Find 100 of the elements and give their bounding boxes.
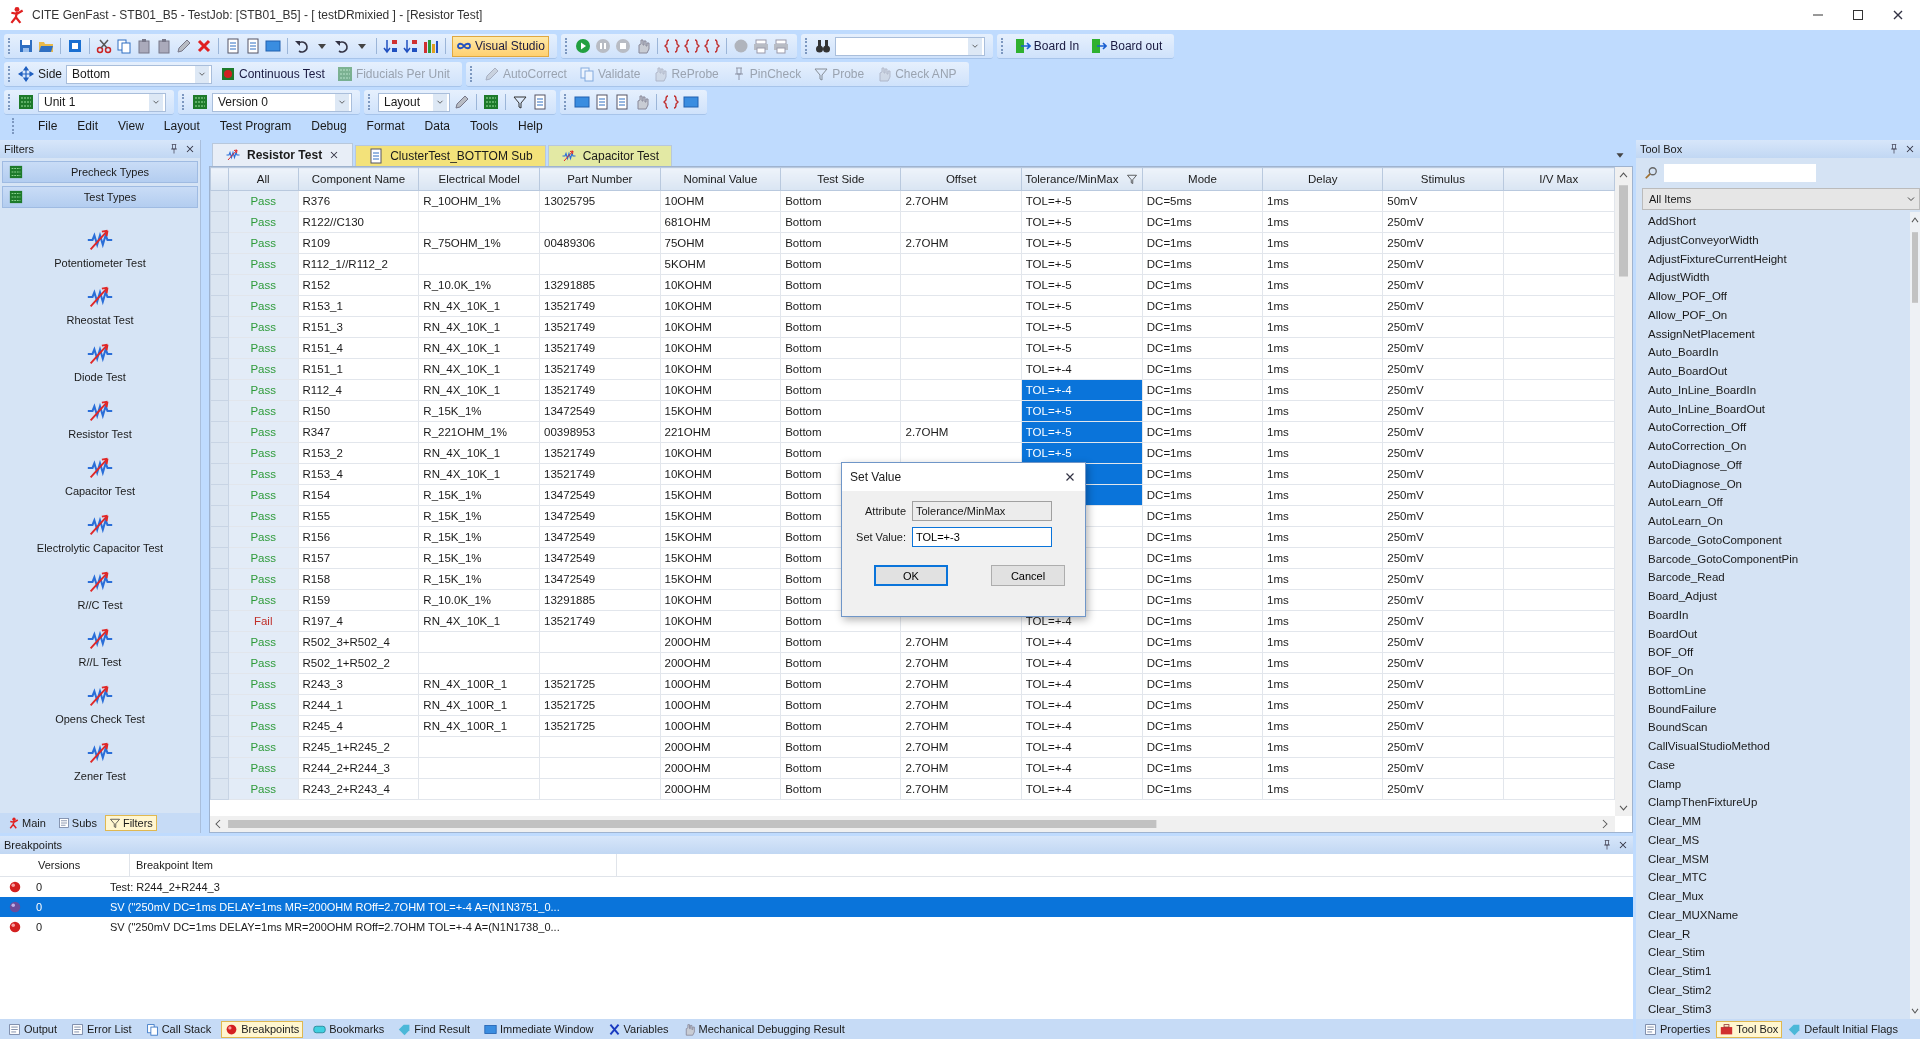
- table-cell[interactable]: TOL=+-5: [1021, 211, 1143, 233]
- bar-chart-icon[interactable]: [423, 38, 439, 54]
- funnel-icon[interactable]: [1126, 173, 1139, 185]
- bracket-icon[interactable]: [683, 38, 700, 54]
- window-icon[interactable]: [574, 94, 590, 110]
- panel-tab[interactable]: Subs: [53, 815, 101, 831]
- board-button[interactable]: Board In: [1010, 35, 1084, 57]
- panel-tab[interactable]: Properties: [1640, 1020, 1715, 1038]
- column-header[interactable]: Mode: [1142, 167, 1263, 191]
- toolbox-item[interactable]: Auto_BoardIn: [1648, 343, 1910, 362]
- toolbox-item[interactable]: Clear_Stim2: [1648, 980, 1910, 1000]
- window-icon[interactable]: [265, 38, 281, 54]
- menu-item[interactable]: Edit: [77, 118, 99, 133]
- toolbox-item[interactable]: Auto_InLine_BoardOut: [1648, 399, 1910, 419]
- toolbox-item[interactable]: ClampThenFixtureUp: [1648, 793, 1910, 812]
- toolbox-item[interactable]: Auto_BoardOut: [1648, 362, 1910, 381]
- toolbox-item[interactable]: BoundFailure: [1648, 699, 1910, 719]
- toolbox-item[interactable]: Clear_MS: [1648, 830, 1910, 850]
- sort-arrow-icon[interactable]: [383, 38, 399, 54]
- panel-tab[interactable]: Immediate Window: [479, 1020, 598, 1038]
- hand-icon[interactable]: [634, 94, 650, 110]
- section-header[interactable]: Test Types: [2, 186, 198, 208]
- curved-arrow-icon[interactable]: [334, 38, 350, 54]
- breakpoint-row[interactable]: 0 SV ("250mV DC=1ms DELAY=1ms MR=200OHM ROff=2.7OHM TOL=+-4 A=(N1N3751_0...: [0, 897, 1633, 917]
- column-header[interactable]: Part Number: [539, 167, 661, 191]
- document-icon[interactable]: [245, 38, 261, 54]
- table-cell[interactable]: TOL=+-4: [1021, 778, 1143, 800]
- panel-tab[interactable]: Error List: [67, 1020, 136, 1038]
- column-header[interactable]: Delay: [1262, 167, 1383, 191]
- menu-item[interactable]: Format: [366, 118, 405, 133]
- table-cell[interactable]: TOL=+-5: [1021, 295, 1143, 317]
- menu-item[interactable]: View: [118, 118, 144, 133]
- toolbox-item[interactable]: Clear_Stim: [1648, 943, 1910, 962]
- binoculars-icon[interactable]: [814, 38, 831, 54]
- menu-item[interactable]: Debug: [311, 118, 347, 133]
- pause-icon[interactable]: [594, 38, 611, 54]
- toolbox-item[interactable]: AdjustConveyorWidth: [1648, 230, 1910, 250]
- side-dropdown[interactable]: Bottom: [66, 64, 213, 84]
- column-header[interactable]: Test Side: [780, 167, 901, 191]
- toolbox-item[interactable]: Clear_R: [1648, 924, 1910, 944]
- search-field[interactable]: [1664, 164, 1816, 182]
- printer-icon[interactable]: [752, 38, 769, 54]
- panel-tab[interactable]: Mechanical Debugging Result: [678, 1020, 849, 1038]
- test-type-item[interactable]: Potentiometer Test: [54, 256, 146, 269]
- toolbox-item[interactable]: Clear_MM: [1648, 812, 1910, 831]
- window-icon[interactable]: [683, 94, 699, 110]
- toolbox-item[interactable]: CallVisualStudioMethod: [1648, 737, 1910, 756]
- document-icon[interactable]: [614, 94, 630, 110]
- curved-arrow-icon[interactable]: [294, 38, 310, 54]
- table-cell[interactable]: TOL=+-4: [1021, 673, 1143, 695]
- column-header[interactable]: Nominal Value: [660, 167, 781, 191]
- toolbox-item[interactable]: Board_Adjust: [1648, 587, 1910, 606]
- panel-tab[interactable]: Variables: [603, 1020, 673, 1038]
- toolbox-item[interactable]: AutoDiagnose_On: [1648, 474, 1910, 494]
- menu-item[interactable]: Help: [518, 118, 543, 133]
- test-type-item[interactable]: R//C Test: [77, 598, 123, 611]
- clipboard-icon[interactable]: [136, 38, 152, 54]
- panel-tab[interactable]: Main: [4, 815, 50, 831]
- panel-tab[interactable]: Filters: [104, 815, 157, 831]
- toolbox-item[interactable]: Case: [1648, 755, 1910, 775]
- column-header[interactable]: Tolerance/MinMax: [1021, 167, 1143, 191]
- menu-item[interactable]: Test Program: [219, 118, 292, 133]
- toolbox-item[interactable]: BoardOut: [1648, 624, 1910, 644]
- bracket-icon[interactable]: [703, 38, 720, 54]
- board-button[interactable]: Board out: [1087, 35, 1167, 57]
- panel-tab[interactable]: Tool Box: [1716, 1020, 1783, 1038]
- table-cell[interactable]: TOL=+-4: [1021, 358, 1143, 380]
- toolbox-item[interactable]: Barcode_GotoComponent: [1648, 530, 1910, 550]
- toolbox-item[interactable]: AddShort: [1648, 212, 1910, 231]
- column-header[interactable]: Offset: [901, 167, 1022, 191]
- column-header[interactable]: Component Name: [298, 167, 419, 191]
- column-header[interactable]: All: [228, 167, 299, 191]
- filter-dropdown[interactable]: All Items: [1642, 188, 1920, 210]
- toolbox-item[interactable]: Clamp: [1648, 774, 1910, 794]
- bracket-icon[interactable]: [663, 94, 679, 110]
- toolbox-item[interactable]: AutoDiagnose_Off: [1648, 455, 1910, 475]
- dialog-button[interactable]: Cancel: [991, 565, 1065, 586]
- column-header[interactable]: Versions: [0, 854, 130, 876]
- pin-icon[interactable]: [168, 143, 180, 155]
- version-dropdown[interactable]: Version 0: [212, 92, 352, 112]
- maximize-icon[interactable]: [1850, 7, 1866, 23]
- close-icon[interactable]: [1904, 143, 1916, 155]
- printer-icon[interactable]: [772, 38, 789, 54]
- test-type-item[interactable]: Rheostat Test: [66, 313, 134, 326]
- stop-icon[interactable]: [614, 38, 631, 54]
- test-type-item[interactable]: Capacitor Test: [64, 484, 136, 497]
- disc-icon[interactable]: [732, 38, 749, 54]
- document-tab[interactable]: Capacitor Test: [547, 145, 673, 166]
- play-icon[interactable]: [574, 38, 591, 54]
- toolbox-item[interactable]: Allow_POF_Off: [1648, 287, 1910, 306]
- breakpoint-row[interactable]: 0 Test: R244_2+R244_3: [0, 877, 1633, 897]
- column-header[interactable]: Stimulus: [1382, 167, 1504, 191]
- table-cell[interactable]: TOL=+-5: [1021, 316, 1143, 338]
- toolbar-button[interactable]: Continuous Test: [216, 63, 329, 85]
- table-cell[interactable]: TOL=+-4: [1021, 736, 1143, 758]
- floppy-icon[interactable]: [18, 38, 34, 54]
- breakpoint-row[interactable]: 0 SV ("250mV DC=1ms DELAY=1ms MR=200OHM ROff=2.7OHM TOL=+-4 A=(N1N1738_0...: [0, 917, 1633, 937]
- scissors-icon[interactable]: [96, 38, 112, 54]
- column-header[interactable]: I/V Max: [1503, 167, 1615, 191]
- table-cell[interactable]: TOL=+-5: [1021, 232, 1143, 254]
